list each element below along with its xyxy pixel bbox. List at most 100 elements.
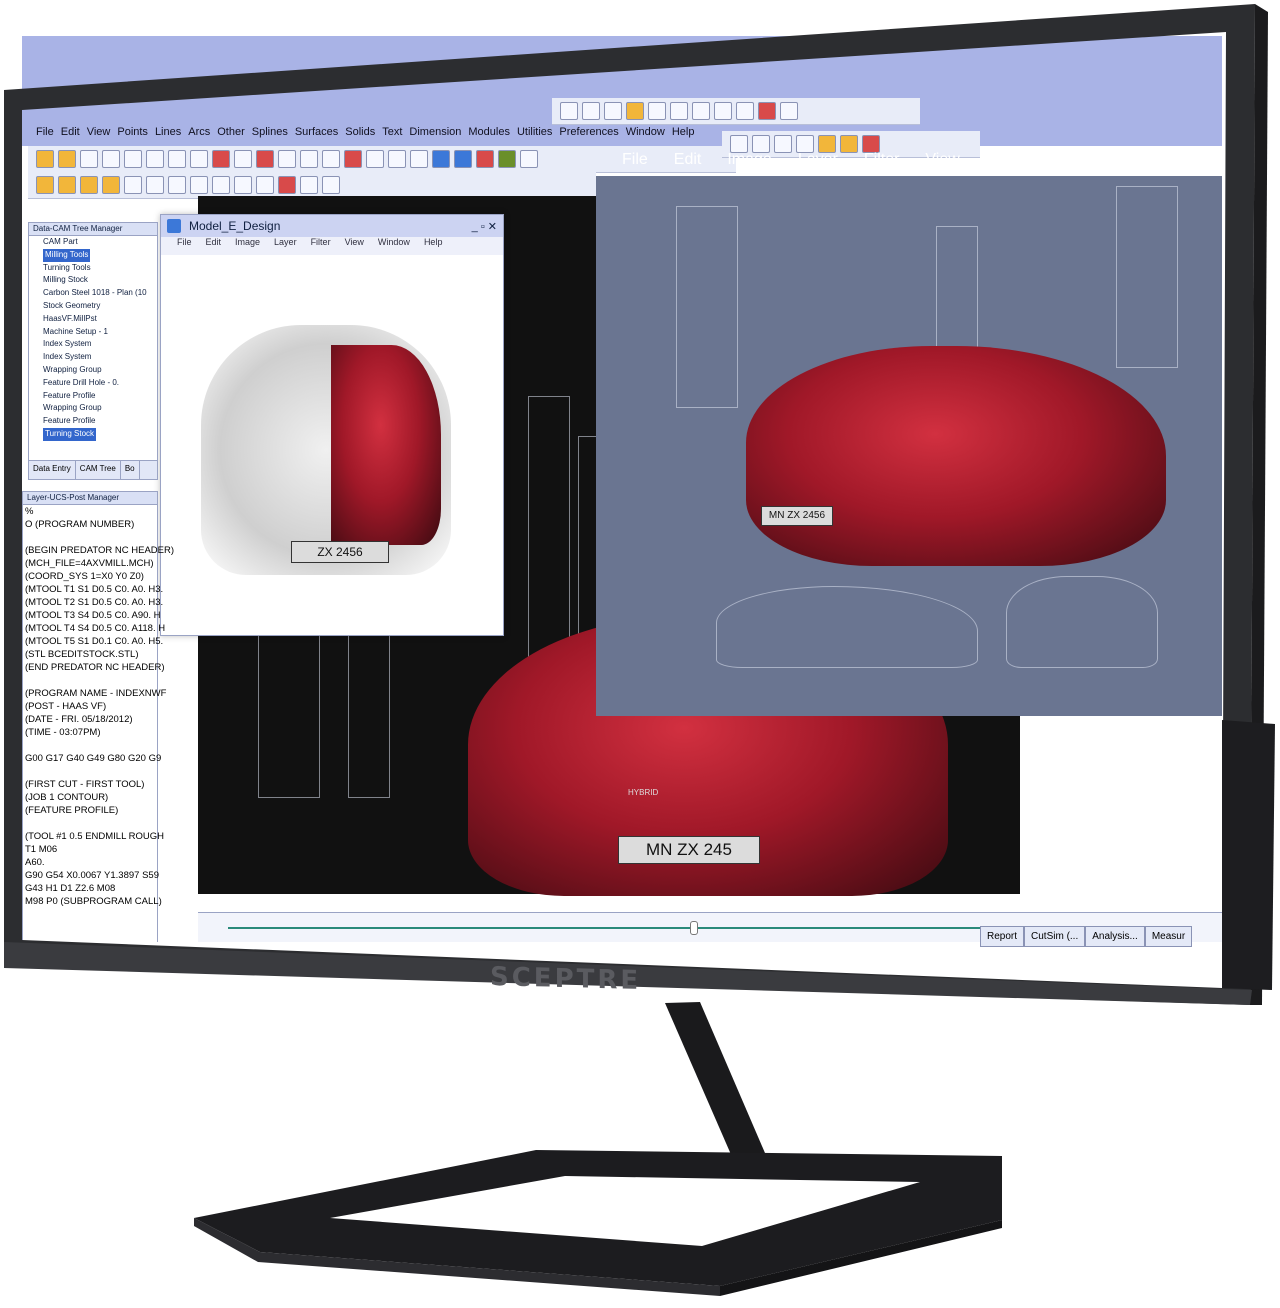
fillet-icon[interactable]: [322, 176, 340, 194]
cone-icon[interactable]: [36, 176, 54, 194]
tree-item[interactable]: Wrapping Group: [43, 402, 157, 415]
hatch-icon[interactable]: [604, 102, 622, 120]
transform-icon[interactable]: [498, 150, 516, 168]
render-icon[interactable]: [476, 150, 494, 168]
plane-icon[interactable]: [146, 176, 164, 194]
spline-icon[interactable]: [344, 150, 362, 168]
refresh-icon[interactable]: [692, 102, 710, 120]
measure-icon[interactable]: [256, 176, 274, 194]
tree-item[interactable]: Milling Tools: [43, 248, 91, 262]
tree-item[interactable]: Feature Profile: [43, 390, 157, 403]
zoom-window-icon[interactable]: [648, 102, 666, 120]
model-window[interactable]: Model_E_Design _ ▫ ✕ File Edit Image Layer F…: [160, 214, 504, 636]
menu-preferences[interactable]: Preferences: [559, 126, 618, 138]
tree-item[interactable]: Feature Drill Hole - 0.: [43, 377, 157, 390]
bottom-tab-report[interactable]: Report: [980, 926, 1025, 947]
tree-item[interactable]: Turning Stock: [43, 427, 97, 441]
open-icon[interactable]: [36, 150, 54, 168]
rectangle-icon[interactable]: [322, 150, 340, 168]
menu-help[interactable]: Help: [672, 126, 695, 138]
menu-view[interactable]: View: [87, 126, 111, 138]
menu-lines[interactable]: Lines: [155, 126, 181, 138]
model-menu-help[interactable]: Help: [424, 237, 443, 255]
tree-item[interactable]: Feature Profile: [43, 415, 157, 428]
model-menu-edit[interactable]: Edit: [206, 237, 222, 255]
copy-icon[interactable]: [168, 150, 186, 168]
text-icon[interactable]: [366, 150, 384, 168]
tree-item[interactable]: HaasVF.MillPst: [43, 313, 157, 326]
dimension-icon[interactable]: [388, 150, 406, 168]
model-menu-filter[interactable]: Filter: [311, 237, 331, 255]
point-icon[interactable]: [212, 150, 230, 168]
menu-file[interactable]: File: [36, 126, 54, 138]
menu-text[interactable]: Text: [382, 126, 402, 138]
model-menu-layer[interactable]: Layer: [274, 237, 297, 255]
box-icon[interactable]: [80, 176, 98, 194]
sphere-icon[interactable]: [102, 176, 120, 194]
menu-splines[interactable]: Splines: [252, 126, 288, 138]
tree-item[interactable]: Wrapping Group: [43, 364, 157, 377]
extend-icon[interactable]: [300, 176, 318, 194]
snap-icon[interactable]: [234, 176, 252, 194]
tree-item[interactable]: Stock Geometry: [43, 300, 157, 313]
menu-other[interactable]: Other: [217, 126, 245, 138]
rotate-icon[interactable]: [168, 176, 186, 194]
tree-item[interactable]: Index System: [43, 351, 157, 364]
blueprint-menu-view[interactable]: View: [925, 151, 959, 169]
blueprint-menu-file[interactable]: File: [622, 151, 648, 169]
pointer-icon[interactable]: [190, 150, 208, 168]
cam-tree-panel[interactable]: Data-CAM Tree Manager CAM Part Milling To…: [28, 222, 158, 472]
cut-icon[interactable]: [146, 150, 164, 168]
shade-icon[interactable]: [454, 150, 472, 168]
save-icon[interactable]: [80, 150, 98, 168]
window-controls[interactable]: _ ▫ ✕: [472, 220, 497, 233]
grid-icon[interactable]: [212, 176, 230, 194]
model-menu-image[interactable]: Image: [235, 237, 260, 255]
menu-surfaces[interactable]: Surfaces: [295, 126, 338, 138]
color-icon[interactable]: [256, 150, 274, 168]
tree-item[interactable]: CAM Part: [43, 236, 157, 249]
blueprint-window[interactable]: MN ZX 2456: [596, 176, 1222, 716]
menu-points[interactable]: Points: [117, 126, 148, 138]
distribute-icon[interactable]: [582, 102, 600, 120]
model-menu-view[interactable]: View: [345, 237, 364, 255]
view-icon[interactable]: [190, 176, 208, 194]
bottom-tab-analysis[interactable]: Analysis...: [1085, 926, 1145, 947]
cube-view-icon[interactable]: [780, 102, 798, 120]
menu-dimension[interactable]: Dimension: [409, 126, 461, 138]
solid-icon[interactable]: [432, 150, 450, 168]
pen-icon[interactable]: [278, 150, 296, 168]
menu-arcs[interactable]: Arcs: [188, 126, 210, 138]
axis-icon[interactable]: [736, 102, 754, 120]
orbit-icon[interactable]: [714, 102, 732, 120]
bottom-tab-cutsim[interactable]: CutSim (...: [1024, 926, 1086, 947]
align-icon[interactable]: [560, 102, 578, 120]
mirror-icon[interactable]: [520, 150, 538, 168]
blueprint-menu-filter[interactable]: Filter: [864, 151, 900, 169]
blueprint-menu-image[interactable]: Image: [727, 151, 771, 169]
nc-code-panel[interactable]: Layer-UCS-Post Manager % O (PROGRAM NUMBE…: [22, 491, 174, 942]
tree-item[interactable]: Machine Setup - 1: [43, 326, 157, 339]
model-menu-file[interactable]: File: [177, 237, 192, 255]
circle-icon[interactable]: [300, 150, 318, 168]
blueprint-menu-edit[interactable]: Edit: [674, 151, 702, 169]
tree-item[interactable]: Carbon Steel 1018 - Plan (10: [43, 287, 157, 300]
menu-edit[interactable]: Edit: [61, 126, 80, 138]
trim-icon[interactable]: [278, 176, 296, 194]
zoom-icon[interactable]: [626, 102, 644, 120]
blueprint-menu-window[interactable]: Window: [986, 151, 1043, 169]
menu-utilities[interactable]: Utilities: [517, 126, 552, 138]
tree-item[interactable]: Index System: [43, 338, 157, 351]
folder-icon[interactable]: [58, 150, 76, 168]
model-window-titlebar[interactable]: Model_E_Design _ ▫ ✕: [161, 215, 503, 237]
tree-item[interactable]: Milling Stock: [43, 274, 157, 287]
menu-window[interactable]: Window: [626, 126, 665, 138]
bottom-tab-measur[interactable]: Measur: [1144, 926, 1193, 947]
blueprint-menu-help[interactable]: Help: [1069, 151, 1102, 169]
blueprint-menu-layer[interactable]: Layer: [798, 151, 838, 169]
layer-icon[interactable]: [410, 150, 428, 168]
origin-icon[interactable]: [758, 102, 776, 120]
cylinder-icon[interactable]: [58, 176, 76, 194]
menu-solids[interactable]: Solids: [345, 126, 375, 138]
tab-data-entry[interactable]: Data Entry: [29, 461, 76, 479]
